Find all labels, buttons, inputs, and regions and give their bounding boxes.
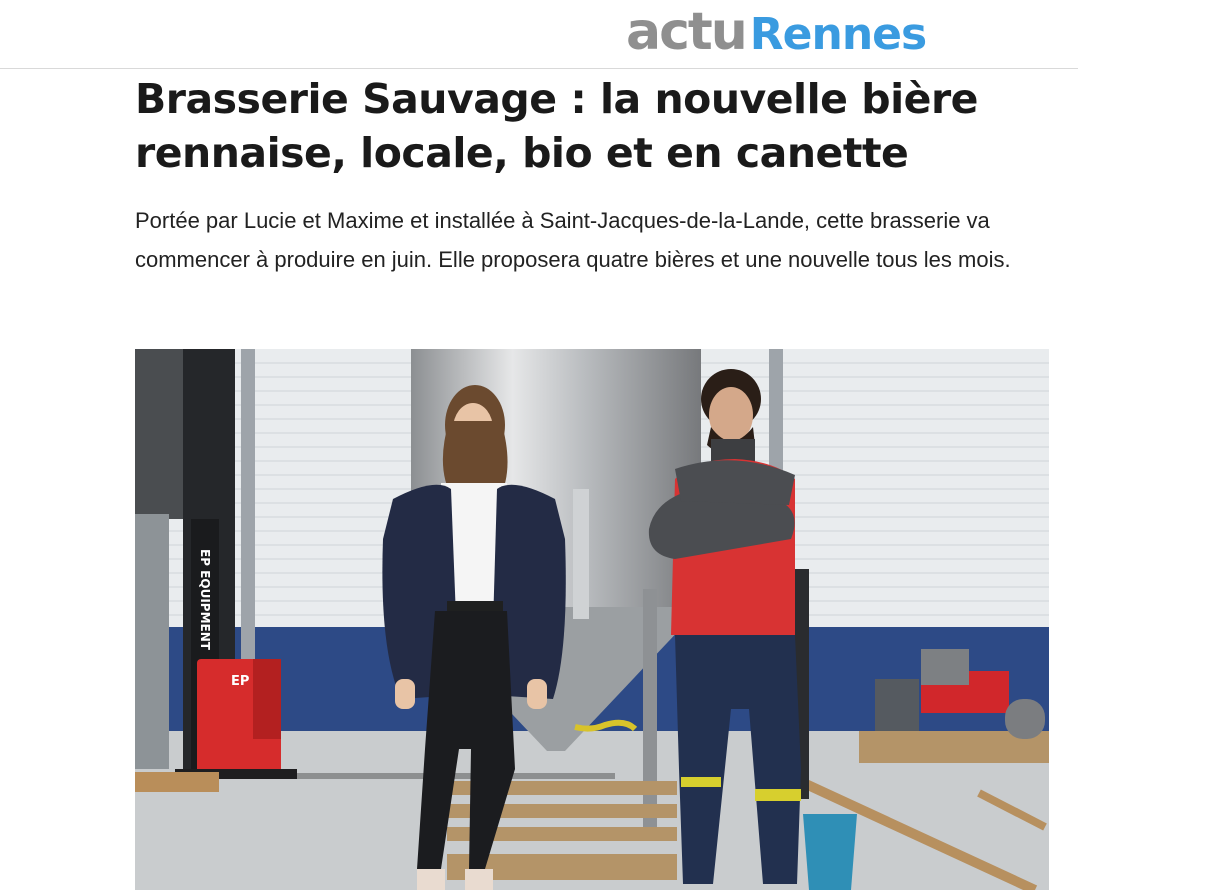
metal-cylinder bbox=[135, 514, 169, 769]
tank-pipe bbox=[573, 489, 589, 619]
metal-pot bbox=[921, 649, 969, 685]
forklift-label: EP EQUIPMENT bbox=[198, 549, 212, 651]
rock-wall bbox=[135, 349, 183, 519]
site-logo[interactable]: actu Rennes bbox=[626, 0, 927, 64]
site-header: actu Rennes bbox=[0, 0, 1078, 69]
article-lede: Portée par Lucie et Maxime et installée … bbox=[135, 208, 1011, 272]
article-photo[interactable]: EP EQUIPMENT EP bbox=[135, 349, 1049, 890]
brewery-photo-illustration: EP EQUIPMENT EP bbox=[135, 349, 1049, 890]
wood-plank-left bbox=[135, 772, 219, 792]
logo-city-text: Rennes bbox=[749, 9, 927, 60]
tank-leg bbox=[643, 589, 657, 839]
article-title: Brasserie Sauvage : la nouvelle bière re… bbox=[135, 75, 978, 177]
logo-actu-text: actu bbox=[626, 2, 748, 62]
pump-machine bbox=[875, 679, 919, 731]
forklift-badge: EP bbox=[231, 674, 249, 689]
blue-bucket bbox=[803, 814, 857, 890]
motor bbox=[1005, 699, 1045, 739]
